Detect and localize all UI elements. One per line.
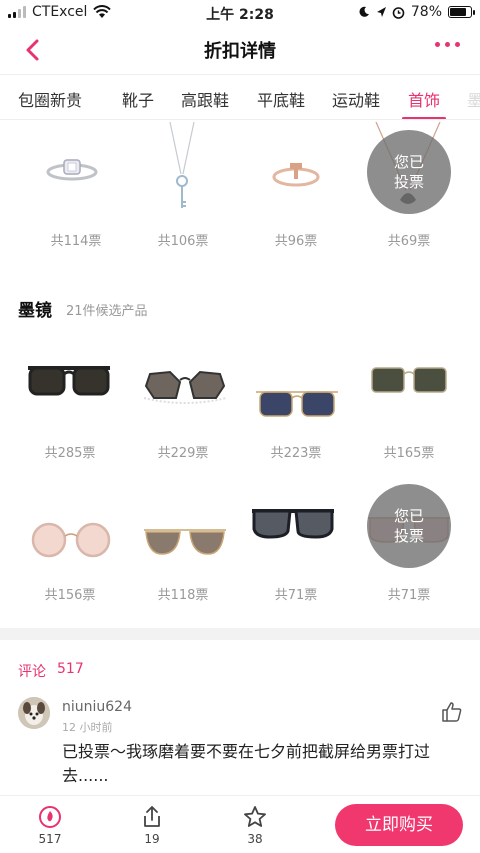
voted-badge: 您已 投票 <box>367 484 451 568</box>
share-button[interactable]: 19 <box>122 804 182 846</box>
vote-count: 共118票 <box>157 588 209 603</box>
tab-bags[interactable]: 包圈新贵 <box>18 87 82 111</box>
share-icon <box>144 806 160 827</box>
sunglasses-image[interactable] <box>28 518 114 558</box>
vote-button[interactable]: 517 <box>20 804 80 846</box>
vote-flame-icon <box>39 806 61 828</box>
sunglasses-image[interactable] <box>254 386 340 422</box>
page-title: 折扣详情 <box>204 41 276 62</box>
battery-icon <box>448 6 475 18</box>
voted-badge-line1: 您已 <box>393 153 424 171</box>
tab-boots[interactable]: 靴子 <box>122 87 154 111</box>
buy-now-button[interactable]: 立即购买 <box>335 804 463 846</box>
comment-username[interactable]: niuniu624 <box>62 699 132 715</box>
nav-bar: 折扣详情 <box>0 26 480 74</box>
comment-timestamp: 12 小时前 <box>62 721 113 734</box>
comments-label: 评论 <box>18 664 46 680</box>
section-divider <box>0 628 480 640</box>
moon-icon <box>359 6 369 17</box>
status-bar: CTExcel 上午 2:28 78% <box>0 0 480 26</box>
sunglasses-image[interactable] <box>250 505 336 541</box>
battery-percent: 78% <box>410 4 442 20</box>
comment-text: 已投票～我琢磨着要不要在七夕前把截屏给男票打过去...... <box>62 742 431 785</box>
vote-count: 共69票 <box>387 234 431 249</box>
bottom-action-bar: 517 19 38 立即购买 <box>0 795 480 853</box>
vote-count: 共229票 <box>157 446 209 461</box>
location-icon <box>376 7 386 17</box>
sunglasses-image[interactable] <box>142 524 228 560</box>
vote-count: 共285票 <box>44 446 96 461</box>
key-necklace-image[interactable] <box>168 122 196 212</box>
sunglasses-image[interactable] <box>142 368 228 404</box>
section-candidate-count: 21件候选产品 <box>66 304 148 319</box>
voted-badge: 您已 投票 <box>367 130 451 214</box>
sunglasses-image[interactable] <box>26 362 112 398</box>
sunglasses-image[interactable] <box>366 362 452 398</box>
thumbs-up-icon[interactable] <box>440 700 464 724</box>
star-icon <box>244 806 266 827</box>
vote-count: 共165票 <box>383 446 435 461</box>
voted-badge-line1: 您已 <box>393 507 424 525</box>
voted-badge-line2: 投票 <box>393 527 424 545</box>
vote-count: 共71票 <box>387 588 431 603</box>
voted-badge-line2: 投票 <box>393 173 424 191</box>
vote-total: 517 <box>38 832 62 846</box>
vote-count: 共223票 <box>270 446 322 461</box>
tab-heels[interactable]: 高跟鞋 <box>181 87 229 111</box>
active-tab-indicator <box>402 117 446 119</box>
vote-count: 共106票 <box>157 234 209 249</box>
vote-count: 共71票 <box>274 588 318 603</box>
t-ring-image[interactable] <box>270 155 322 191</box>
favorite-button[interactable]: 38 <box>225 804 285 846</box>
alarm-icon <box>392 6 405 19</box>
section-title: 墨镜 <box>18 301 52 321</box>
share-count: 19 <box>144 832 160 846</box>
tab-sunglasses[interactable]: 墨 <box>467 87 480 111</box>
tab-flats[interactable]: 平底鞋 <box>257 87 305 111</box>
avatar[interactable] <box>18 697 50 729</box>
diamond-ring-image[interactable] <box>44 148 100 188</box>
favorite-count: 38 <box>247 832 263 846</box>
comments-count: 517 <box>57 661 84 677</box>
vote-count: 共156票 <box>44 588 96 603</box>
more-options-icon[interactable] <box>435 42 460 47</box>
vote-count: 共114票 <box>50 234 102 249</box>
category-tabs: 包圈新贵 靴子 高跟鞋 平底鞋 运动鞋 首饰 墨 <box>0 74 480 120</box>
tab-jewelry[interactable]: 首饰 <box>408 87 440 111</box>
tab-sneakers[interactable]: 运动鞋 <box>332 87 380 111</box>
vote-count: 共96票 <box>274 234 318 249</box>
